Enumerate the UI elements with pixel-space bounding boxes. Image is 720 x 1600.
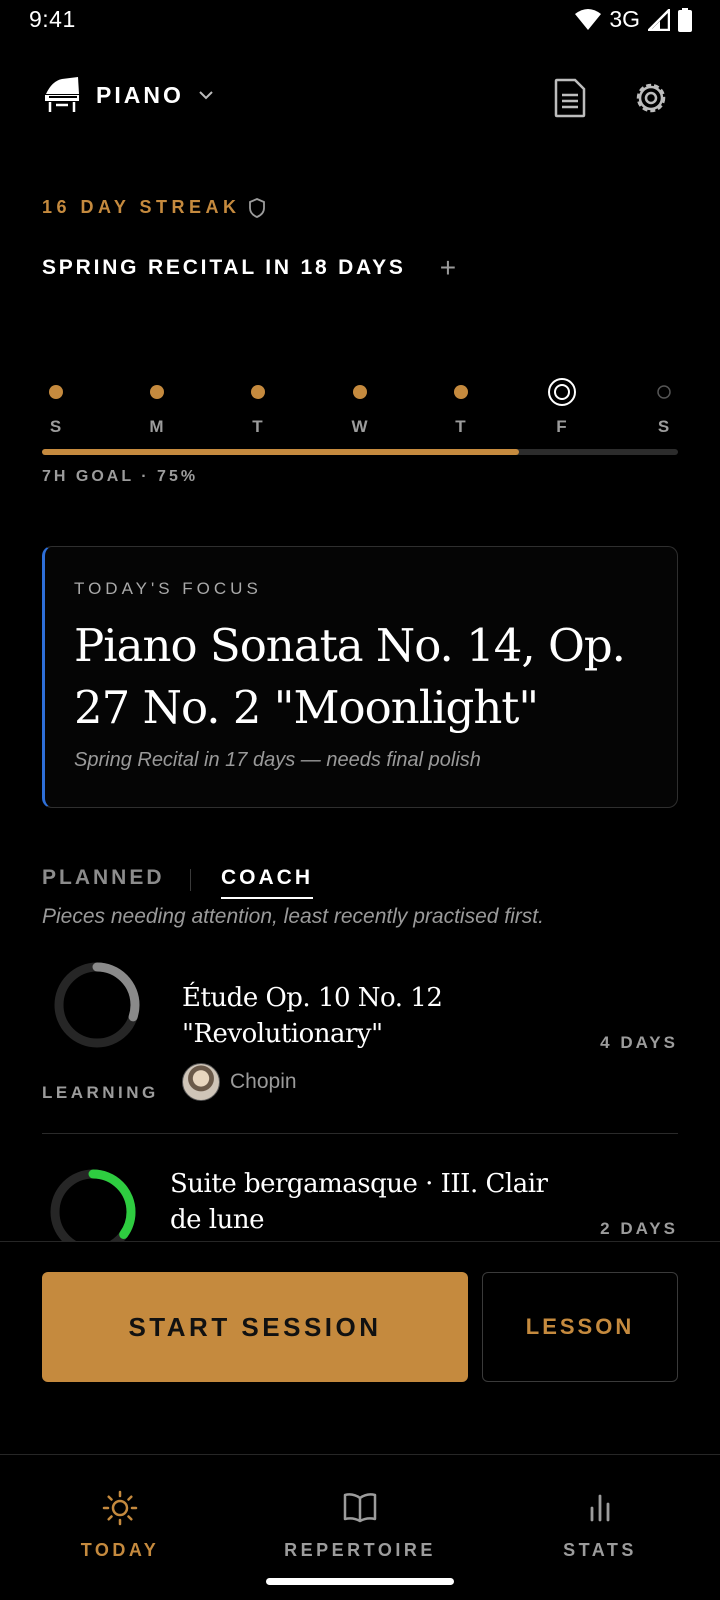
nav-divider: [0, 1454, 720, 1455]
day-marker: [353, 377, 367, 407]
status-icons: 3G: [575, 6, 692, 33]
tab-coach[interactable]: COACH: [221, 866, 313, 899]
day-letter: M: [149, 417, 165, 436]
start-session-button[interactable]: START SESSION: [42, 1272, 468, 1382]
add-event-button[interactable]: +: [440, 254, 456, 282]
network-label: 3G: [609, 6, 640, 32]
wifi-icon: [575, 8, 602, 30]
nav-label: TODAY: [80, 1540, 160, 1560]
piece-status: LEARNING: [42, 1083, 159, 1102]
notes-button[interactable]: [548, 76, 592, 120]
home-indicator[interactable]: [266, 1578, 454, 1585]
nav-stats[interactable]: STATS: [500, 1490, 700, 1561]
day-marker: [656, 377, 672, 407]
instrument-selector[interactable]: PIANO: [42, 75, 214, 115]
chevron-down-icon: [199, 91, 213, 100]
streak-indicator: 16 DAY STREAK: [42, 197, 265, 218]
piano-icon: [45, 77, 79, 112]
battery-icon: [678, 7, 692, 32]
recital-countdown: SPRING RECITAL IN 18 DAYS +: [42, 254, 456, 282]
recital-label: SPRING RECITAL IN 18 DAYS: [42, 256, 406, 279]
piece-days: 4 DAYS: [600, 1033, 678, 1052]
day-marker: [547, 377, 577, 407]
day-6: S: [644, 377, 684, 437]
list-item[interactable]: [52, 960, 142, 1055]
day-letter: T: [252, 417, 264, 436]
piece-title[interactable]: Suite bergamasque · III. Clair de lune: [170, 1166, 570, 1238]
tab-divider: [190, 869, 191, 891]
day-5: F: [542, 377, 582, 437]
focus-subtitle: Spring Recital in 17 days — needs final …: [74, 749, 481, 771]
tab-planned[interactable]: PLANNED: [42, 866, 165, 890]
nav-repertoire[interactable]: REPERTOIRE: [260, 1490, 460, 1561]
day-2: T: [238, 377, 278, 437]
progress-ring: [50, 1169, 136, 1241]
day-letter: W: [351, 417, 369, 436]
day-marker: [454, 377, 468, 407]
book-icon: [343, 1493, 377, 1523]
sun-icon: [102, 1490, 138, 1526]
bar-chart-icon: [590, 1494, 610, 1522]
day-3: W: [340, 377, 380, 437]
day-1: M: [137, 377, 177, 437]
status-time: 9:41: [29, 6, 76, 32]
shield-icon: [248, 197, 265, 218]
instrument-label: PIANO: [96, 81, 184, 108]
focus-kicker: TODAY'S FOCUS: [74, 579, 262, 598]
piece-list-overflow: Suite bergamasque · III. Clair de lune 2…: [0, 1137, 720, 1241]
footer-divider: [0, 1241, 720, 1242]
progress-ring: [54, 962, 140, 1048]
list-item[interactable]: [48, 1167, 138, 1241]
weekly-goal-label: 7H GOAL · 75%: [42, 468, 199, 485]
nav-label: REPERTOIRE: [284, 1540, 436, 1560]
nav-label: STATS: [563, 1540, 637, 1560]
lesson-button[interactable]: LESSON: [482, 1272, 678, 1382]
day-letter: T: [455, 417, 467, 436]
document-icon: [554, 78, 586, 118]
signal-icon: [648, 8, 670, 31]
settings-button[interactable]: [629, 76, 673, 120]
nav-today[interactable]: TODAY: [20, 1490, 220, 1561]
day-4: T: [441, 377, 481, 437]
weekly-progress-fill: [42, 449, 519, 455]
divider: [42, 1133, 678, 1134]
piece-title[interactable]: Étude Op. 10 No. 12 "Revolutionary": [182, 980, 542, 1052]
tab-hint: Pieces needing attention, least recently…: [42, 905, 544, 928]
day-letter: S: [49, 417, 63, 436]
composer: Chopin: [182, 1063, 297, 1101]
day-0: S: [36, 377, 76, 437]
piece-days: 2 DAYS: [600, 1219, 678, 1238]
day-marker: [251, 377, 265, 407]
avatar: [182, 1063, 220, 1101]
streak-label: 16 DAY STREAK: [42, 197, 241, 217]
focus-title: Piano Sonata No. 14, Op. 27 No. 2 "Moonl…: [74, 619, 626, 734]
composer-name: Chopin: [230, 1070, 297, 1093]
day-marker: [49, 377, 63, 407]
day-marker: [150, 377, 164, 407]
gear-icon: [636, 83, 666, 113]
day-letter: F: [556, 417, 568, 436]
day-letter: S: [657, 417, 671, 436]
